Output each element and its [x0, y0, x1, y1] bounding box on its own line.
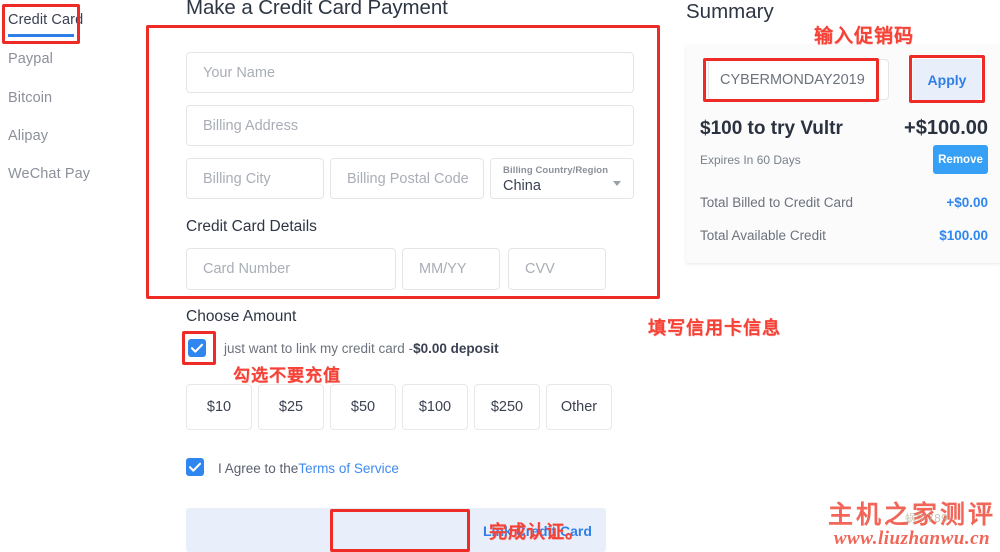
amount-button-other[interactable]: Other: [546, 384, 612, 430]
watermark-ghost-text: 蜗牛789: [905, 512, 948, 525]
sidebar-item-bitcoin[interactable]: Bitcoin: [8, 90, 52, 106]
link-card-text-deposit: $0.00 deposit: [413, 341, 499, 356]
chevron-down-icon: [613, 181, 621, 186]
promo-code-input[interactable]: CYBERMONDAY2019: [708, 59, 889, 100]
summary-card: CYBERMONDAY2019 Apply $100 to try Vultr …: [686, 45, 1000, 263]
credit-expiry-text: Expires In 60 Days: [700, 153, 801, 167]
annotation-text-card-info: 填写信用卡信息: [648, 318, 781, 339]
amount-label: $250: [490, 399, 524, 415]
amount-button[interactable]: $250: [474, 384, 540, 430]
sidebar-item-credit-card[interactable]: Credit Card: [8, 12, 83, 28]
summary-title: Summary: [686, 0, 774, 23]
check-icon: [188, 462, 202, 472]
name-input-placeholder: Your Name: [203, 64, 276, 81]
card-expiry-input[interactable]: MM/YY: [402, 248, 500, 290]
billing-country-select[interactable]: Billing Country/Region China: [490, 158, 634, 199]
payment-method-sidebar: Credit Card Paypal Bitcoin Alipay WeChat…: [0, 0, 150, 552]
sidebar-item-label: Paypal: [8, 51, 53, 67]
page-title: Make a Credit Card Payment: [186, 0, 448, 19]
card-cvv-input[interactable]: CVV: [508, 248, 606, 290]
link-card-checkbox-label: just want to link my credit card -$0.00 …: [224, 341, 499, 356]
check-icon: [190, 343, 204, 353]
annotation-text-no-recharge: 勾选不要充值: [233, 366, 341, 386]
card-expiry-placeholder: MM/YY: [419, 261, 467, 277]
amount-button[interactable]: $10: [186, 384, 252, 430]
remove-promo-button[interactable]: Remove: [933, 145, 988, 174]
amount-label: $50: [350, 399, 376, 415]
card-number-placeholder: Card Number: [203, 261, 291, 277]
credit-offer-amount: +$100.00: [904, 117, 988, 139]
amount-button[interactable]: $50: [330, 384, 396, 430]
billing-address-placeholder: Billing Address: [203, 117, 299, 134]
amount-label: Other: [560, 399, 598, 415]
sidebar-item-wechat-pay[interactable]: WeChat Pay: [8, 166, 90, 182]
sidebar-active-underline: [8, 34, 74, 37]
link-card-text-prefix: just want to link my credit card -: [224, 341, 414, 356]
name-input[interactable]: Your Name: [186, 52, 634, 93]
card-number-input[interactable]: Card Number: [186, 248, 396, 290]
credit-card-details-heading: Credit Card Details: [186, 218, 317, 235]
billing-postal-placeholder: Billing Postal Code: [347, 170, 469, 187]
summary-row-value: $100.00: [939, 228, 988, 243]
annotation-text-promo: 输入促销码: [814, 25, 915, 47]
annotation-text-complete: 完成认证。: [489, 522, 584, 543]
billing-address-input[interactable]: Billing Address: [186, 105, 634, 146]
amount-label: $100: [418, 399, 452, 415]
amount-label: $10: [206, 399, 232, 415]
remove-label: Remove: [938, 153, 983, 166]
summary-row-label: Total Available Credit: [700, 228, 826, 243]
sidebar-item-label: Bitcoin: [8, 90, 53, 106]
summary-row-value: +$0.00: [946, 195, 988, 210]
apply-promo-button[interactable]: Apply: [913, 59, 981, 100]
promo-code-value: CYBERMONDAY2019: [720, 71, 865, 88]
billing-country-value: China: [503, 178, 541, 194]
terms-text: I Agree to the: [218, 461, 299, 476]
billing-city-placeholder: Billing City: [203, 170, 271, 187]
summary-panel: Summary CYBERMONDAY2019 Apply $100 to tr…: [686, 0, 1000, 552]
credit-offer-name: $100 to try Vultr: [700, 118, 843, 139]
billing-country-label: Billing Country/Region: [503, 165, 609, 176]
terms-checkbox[interactable]: [186, 458, 204, 476]
summary-row-label: Total Billed to Credit Card: [700, 195, 854, 210]
sidebar-item-label: WeChat Pay: [8, 166, 91, 182]
apply-label: Apply: [927, 71, 967, 88]
link-card-checkbox[interactable]: [188, 339, 206, 357]
amount-button[interactable]: $25: [258, 384, 324, 430]
terms-label: I Agree to theTerms of Service: [218, 461, 399, 476]
sidebar-item-label: Credit Card: [8, 12, 84, 28]
amount-button[interactable]: $100: [402, 384, 468, 430]
sidebar-item-paypal[interactable]: Paypal: [8, 51, 53, 67]
card-cvv-placeholder: CVV: [525, 261, 555, 277]
billing-city-input[interactable]: Billing City: [186, 158, 324, 199]
sidebar-item-label: Alipay: [8, 128, 49, 144]
amount-label: $25: [278, 399, 304, 415]
sidebar-item-alipay[interactable]: Alipay: [8, 128, 48, 144]
choose-amount-heading: Choose Amount: [186, 308, 297, 325]
terms-of-service-link[interactable]: Terms of Service: [298, 461, 399, 476]
billing-postal-code-input[interactable]: Billing Postal Code: [330, 158, 484, 199]
credit-card-payment-form: Make a Credit Card Payment Your Name Bil…: [150, 0, 670, 552]
